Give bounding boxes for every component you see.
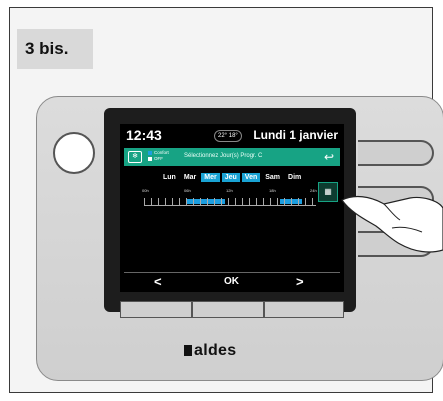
timeline-tick <box>277 198 278 205</box>
temperature-indicator: 22° 18° <box>214 130 242 142</box>
timeline-tick <box>158 198 159 205</box>
instruction-bar: ❄ Confort OFF Sélectionnez Jour(s) Progr… <box>124 148 340 166</box>
timeline-tick <box>270 198 271 205</box>
timeline-tick <box>305 198 306 205</box>
touch-screen: 12:43 22° 18° Lundi 1 janvier ❄ Confort … <box>120 124 344 292</box>
back-arrow-icon[interactable]: ↩ <box>320 148 338 166</box>
snowflake-icon: ❄ <box>128 151 142 163</box>
timeline-tick <box>214 198 215 205</box>
timeline-label: 24h <box>310 188 317 193</box>
timeline-tick <box>172 198 173 205</box>
brand-logo: aldes <box>184 342 236 360</box>
timeline-tick <box>207 198 208 205</box>
program-timeline[interactable] <box>144 196 316 206</box>
mode-legend: Confort OFF <box>148 150 169 162</box>
timeline-label: 18h <box>269 188 276 193</box>
rotary-knob[interactable] <box>53 132 95 174</box>
pointing-hand-icon <box>341 195 443 253</box>
day-selector: Lun Mar Mer Jeu Ven Sam Dim <box>160 173 304 182</box>
timeline-tick <box>228 198 229 205</box>
legend-comfort: Confort <box>154 150 169 155</box>
timeline-tick <box>179 198 180 205</box>
timeline-tick <box>193 198 194 205</box>
timeline-tick <box>186 198 187 205</box>
timeline-tick <box>256 198 257 205</box>
timeline-labels: 00h 06h 12h 18h 24h <box>120 188 344 196</box>
bottom-button-right[interactable] <box>264 301 344 318</box>
timeline-tick <box>165 198 166 205</box>
day-ven[interactable]: Ven <box>241 173 261 182</box>
instruction-text: Sélectionnez Jour(s) Progr. C <box>184 153 263 159</box>
ok-button[interactable]: OK <box>224 276 239 287</box>
timeline-tick <box>249 198 250 205</box>
timeline-label: 06h <box>184 188 191 193</box>
date-label: Lundi 1 janvier <box>253 128 338 142</box>
step-label: 3 bis. <box>17 29 93 69</box>
timeline-tick <box>312 198 313 205</box>
timeline-tick <box>221 198 222 205</box>
bottom-button-center[interactable] <box>192 301 264 318</box>
logo-mark-icon <box>184 345 192 356</box>
bottom-button-left[interactable] <box>120 301 192 318</box>
timeline-baseline <box>144 205 316 206</box>
next-button[interactable]: > <box>296 274 304 289</box>
brand-name: aldes <box>194 342 237 359</box>
timeline-tick <box>242 198 243 205</box>
timeline-tick <box>263 198 264 205</box>
side-button-top[interactable] <box>358 140 434 166</box>
timeline-tick <box>235 198 236 205</box>
day-jeu[interactable]: Jeu <box>221 173 240 182</box>
calendar-icon[interactable]: ▦ <box>318 182 338 202</box>
timeline-tick <box>200 198 201 205</box>
timeline-tick <box>298 198 299 205</box>
day-lun[interactable]: Lun <box>160 173 179 182</box>
legend-off: OFF <box>154 156 163 161</box>
timeline-tick <box>151 198 152 205</box>
day-mer[interactable]: Mer <box>201 173 220 182</box>
timeline-label: 12h <box>226 188 233 193</box>
day-mar[interactable]: Mar <box>181 173 199 182</box>
timeline-tick <box>144 198 145 205</box>
timeline-tick <box>291 198 292 205</box>
timeline-tick <box>284 198 285 205</box>
day-dim[interactable]: Dim <box>285 173 304 182</box>
timeline-label: 00h <box>142 188 149 193</box>
previous-button[interactable]: < <box>154 274 162 289</box>
clock-time: 12:43 <box>126 127 162 143</box>
navigation-bar: < OK > <box>124 272 340 291</box>
day-sam[interactable]: Sam <box>262 173 283 182</box>
